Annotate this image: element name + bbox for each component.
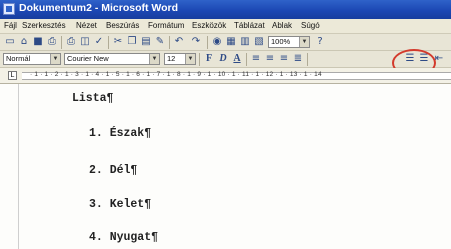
formatting-toolbar: Normál ▼ Courier New ▼ 12 ▼ F D A ≡ ≡ ≡ ≣ ☰… bbox=[0, 51, 451, 68]
window-title: Dokumentum2 - Microsoft Word bbox=[19, 2, 179, 14]
toolbar-separator bbox=[199, 53, 200, 66]
hyperlink-icon[interactable]: ◉ bbox=[211, 36, 223, 48]
underline-button[interactable]: A bbox=[231, 53, 243, 65]
save-icon[interactable]: ■ bbox=[32, 36, 44, 48]
font-select[interactable]: Courier New ▼ bbox=[64, 53, 160, 65]
paste-icon[interactable]: ▤ bbox=[140, 36, 152, 48]
menu-bar: Fájl Szerkesztés Nézet Beszúrás Formátum… bbox=[0, 19, 451, 34]
insert-table-icon[interactable]: ▥ bbox=[239, 36, 251, 48]
word-app-icon bbox=[3, 3, 15, 15]
print-icon[interactable]: ⎙ bbox=[65, 36, 77, 48]
align-right-icon[interactable]: ≡ bbox=[278, 53, 290, 65]
menu-help[interactable]: Súgó bbox=[301, 21, 320, 30]
redo-icon[interactable]: ↷ bbox=[190, 36, 202, 48]
tab-selector-icon[interactable]: L bbox=[8, 71, 17, 80]
ruler-scale: · 1 · 1 · 2 · 1 · 3 · 1 · 4 · 1 · 5 · 1 … bbox=[30, 71, 322, 78]
toolbar-separator bbox=[108, 36, 109, 49]
insert-excel-icon[interactable]: ▧ bbox=[253, 36, 265, 48]
menu-tools[interactable]: Eszközök bbox=[192, 21, 226, 30]
standard-toolbar: ▭ ⌂ ■ ⎙ ⎙ ◫ ✓ ✂ ❐ ▤ ✎ ↶ ↷ ◉ ▦ ▥ ▧ 100% ▼ … bbox=[0, 34, 451, 51]
menu-table[interactable]: Táblázat bbox=[234, 21, 265, 30]
menu-insert[interactable]: Beszúrás bbox=[106, 21, 139, 30]
align-left-icon[interactable]: ≡ bbox=[250, 53, 262, 65]
title-bar: Dokumentum2 - Microsoft Word bbox=[0, 0, 451, 19]
menu-format[interactable]: Formátum bbox=[148, 21, 184, 30]
list-heading: Lista¶ bbox=[72, 92, 114, 105]
font-size-select[interactable]: 12 ▼ bbox=[164, 53, 196, 65]
align-center-icon[interactable]: ≡ bbox=[264, 53, 276, 65]
list-item: 1. Észak¶ bbox=[89, 127, 152, 140]
menu-window[interactable]: Ablak bbox=[272, 21, 292, 30]
bold-button[interactable]: F bbox=[203, 53, 215, 65]
toolbar-separator bbox=[169, 36, 170, 49]
justify-icon[interactable]: ≣ bbox=[292, 53, 304, 65]
undo-icon[interactable]: ↶ bbox=[173, 36, 185, 48]
toolbar-separator bbox=[307, 53, 308, 66]
list-item: 3. Kelet¶ bbox=[89, 198, 152, 211]
permission-icon[interactable]: ⎙ bbox=[46, 36, 58, 48]
format-painter-icon[interactable]: ✎ bbox=[154, 36, 166, 48]
spelling-icon[interactable]: ✓ bbox=[93, 36, 105, 48]
menu-file[interactable]: Fájl bbox=[4, 21, 17, 30]
list-item: 4. Nyugat¶ bbox=[89, 231, 159, 244]
cut-icon[interactable]: ✂ bbox=[112, 36, 124, 48]
help-icon[interactable]: ? bbox=[314, 36, 326, 48]
tables-borders-icon[interactable]: ▦ bbox=[225, 36, 237, 48]
left-margin-line bbox=[18, 84, 19, 249]
menu-view[interactable]: Nézet bbox=[76, 21, 97, 30]
document-area[interactable] bbox=[0, 84, 451, 249]
horizontal-ruler: L · 1 · 1 · 2 · 1 · 3 · 1 · 4 · 1 · 5 · … bbox=[0, 68, 451, 84]
open-folder-icon[interactable]: ⌂ bbox=[18, 36, 30, 48]
menu-edit[interactable]: Szerkesztés bbox=[22, 21, 66, 30]
print-preview-icon[interactable]: ◫ bbox=[79, 36, 91, 48]
italic-button[interactable]: D bbox=[217, 53, 229, 65]
toolbar-separator bbox=[61, 36, 62, 49]
list-item: 2. Dél¶ bbox=[89, 164, 138, 177]
toolbar-separator bbox=[207, 36, 208, 49]
copy-icon[interactable]: ❐ bbox=[126, 36, 138, 48]
zoom-select[interactable]: 100% ▼ bbox=[268, 36, 310, 48]
toolbar-separator bbox=[246, 53, 247, 66]
new-document-icon[interactable]: ▭ bbox=[4, 36, 16, 48]
style-select[interactable]: Normál ▼ bbox=[3, 53, 61, 65]
